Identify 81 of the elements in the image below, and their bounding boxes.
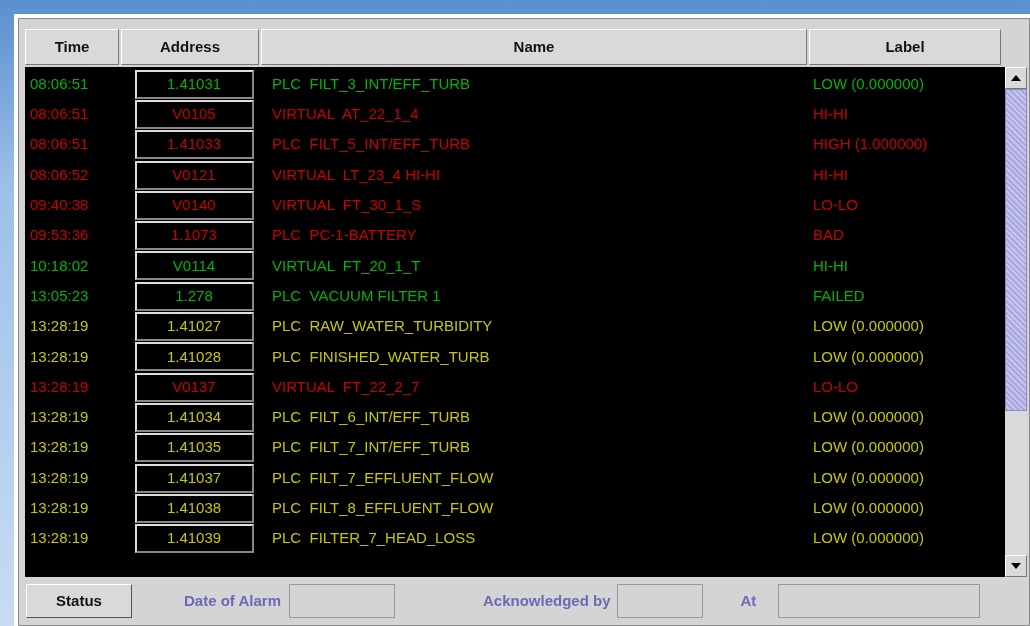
label-cell: LO-LO bbox=[813, 377, 858, 395]
up-arrow-icon bbox=[1011, 75, 1021, 81]
label-cell: HI-HI bbox=[813, 105, 848, 123]
label-cell: LOW (0.000000) bbox=[813, 499, 924, 517]
time-cell: 08:06:51 bbox=[30, 135, 89, 153]
label-cell: LOW (0.000000) bbox=[813, 317, 924, 335]
time-cell: 13:28:19 bbox=[30, 529, 89, 547]
address-cell: 1.41028 bbox=[134, 342, 254, 372]
scroll-thumb[interactable] bbox=[1005, 89, 1027, 411]
address-cell: 1.41027 bbox=[134, 312, 254, 341]
time-cell: 13:28:19 bbox=[30, 377, 89, 395]
column-header[interactable]: Address bbox=[121, 29, 259, 65]
name-cell: PLC RAW_WATER_TURBIDITY bbox=[272, 317, 493, 335]
column-header[interactable]: Label bbox=[809, 29, 1001, 65]
time-cell: 13:28:19 bbox=[30, 317, 89, 335]
address-cell: 1.41031 bbox=[134, 69, 254, 99]
label-cell: LOW (0.000000) bbox=[813, 529, 924, 547]
label-cell: LOW (0.000000) bbox=[813, 468, 924, 486]
column-header[interactable]: Name bbox=[261, 29, 807, 65]
address-cell: V0137 bbox=[134, 372, 254, 402]
time-cell: 13:28:19 bbox=[30, 499, 89, 517]
name-cell: PLC FILT_3_INT/EFF_TURB bbox=[272, 74, 471, 92]
column-header[interactable]: Time bbox=[25, 29, 119, 65]
at-field[interactable] bbox=[778, 584, 981, 618]
time-cell: 10:18:02 bbox=[30, 256, 89, 274]
name-cell: VIRTUAL FT_30_1_S bbox=[272, 196, 422, 214]
name-cell: PLC FILTER_7_HEAD_LOSS bbox=[272, 529, 476, 547]
name-cell: PLC FILT_7_EFFLUENT_FLOW bbox=[272, 468, 494, 486]
address-cell: 1.41033 bbox=[134, 130, 254, 160]
address-cell: 1.278 bbox=[134, 281, 254, 311]
address-cell: 1.41034 bbox=[134, 402, 254, 432]
name-cell: PLC FINISHED_WATER_TURB bbox=[272, 347, 490, 365]
at-label: At bbox=[740, 590, 757, 611]
label-cell: LO-LO bbox=[813, 196, 858, 214]
time-cell: 13:28:19 bbox=[30, 408, 89, 426]
address-cell: 1.41038 bbox=[134, 493, 254, 523]
time-cell: 13:05:23 bbox=[30, 286, 89, 304]
time-cell: 13:28:19 bbox=[30, 468, 89, 486]
label-cell: HI-HI bbox=[813, 256, 848, 274]
date-field[interactable] bbox=[288, 584, 395, 618]
name-cell: PLC FILT_7_INT/EFF_TURB bbox=[272, 438, 471, 456]
time-cell: 08:06:51 bbox=[30, 74, 89, 92]
name-cell: PLC FILT_5_INT/EFF_TURB bbox=[272, 135, 471, 153]
acknowledged-by-label: Acknowledged by bbox=[482, 590, 611, 611]
address-cell: 1.41037 bbox=[134, 463, 254, 493]
address-cell: V0114 bbox=[134, 251, 254, 281]
label-cell: HIGH (1.000000) bbox=[813, 135, 928, 153]
time-cell: 09:40:38 bbox=[30, 196, 89, 214]
name-cell: VIRTUAL FT_20_1_T bbox=[272, 256, 421, 274]
name-cell: VIRTUAL LT_23_4 HI-HI bbox=[272, 165, 441, 183]
address-cell: V0121 bbox=[134, 160, 254, 190]
time-cell: 08:06:51 bbox=[30, 105, 89, 123]
address-cell: 1.1073 bbox=[134, 221, 254, 251]
name-cell: PLC PC-1-BATTERY bbox=[272, 226, 417, 244]
label-cell: LOW (0.000000) bbox=[813, 347, 924, 365]
time-cell: 13:28:19 bbox=[30, 347, 89, 365]
scroll-up-button[interactable] bbox=[1005, 67, 1027, 89]
scrollbar[interactable] bbox=[1005, 67, 1027, 577]
time-cell: 09:53:36 bbox=[30, 226, 89, 244]
down-arrow-icon bbox=[1011, 563, 1021, 569]
label-cell: FAILED bbox=[813, 286, 865, 304]
label-cell: HI-HI bbox=[813, 165, 848, 183]
address-cell: 1.41039 bbox=[134, 524, 254, 554]
label-cell: BAD bbox=[813, 226, 844, 244]
name-cell: VIRTUAL FT_22_2_7 bbox=[272, 377, 420, 395]
label-cell: LOW (0.000000) bbox=[813, 438, 924, 456]
name-cell: PLC VACUUM FILTER 1 bbox=[272, 286, 441, 304]
scroll-down-button[interactable] bbox=[1005, 555, 1027, 577]
acknowledged-by-field[interactable] bbox=[616, 584, 703, 618]
name-cell: PLC FILT_8_EFFLUENT_FLOW bbox=[272, 499, 494, 517]
time-cell: 08:06:52 bbox=[30, 165, 89, 183]
address-cell: V0140 bbox=[134, 190, 254, 220]
time-cell: 13:28:19 bbox=[30, 438, 89, 456]
label-cell: LOW (0.000000) bbox=[813, 74, 924, 92]
name-cell: PLC FILT_6_INT/EFF_TURB bbox=[272, 408, 471, 426]
status-button[interactable]: Status bbox=[26, 584, 132, 618]
name-cell: VIRTUAL AT_22_1_4 bbox=[272, 105, 419, 123]
label-cell: LOW (0.000000) bbox=[813, 408, 924, 426]
date-of-alarm-label: Date of Alarm bbox=[184, 590, 281, 611]
address-cell: 1.41035 bbox=[134, 433, 254, 463]
address-cell: V0105 bbox=[134, 99, 254, 129]
